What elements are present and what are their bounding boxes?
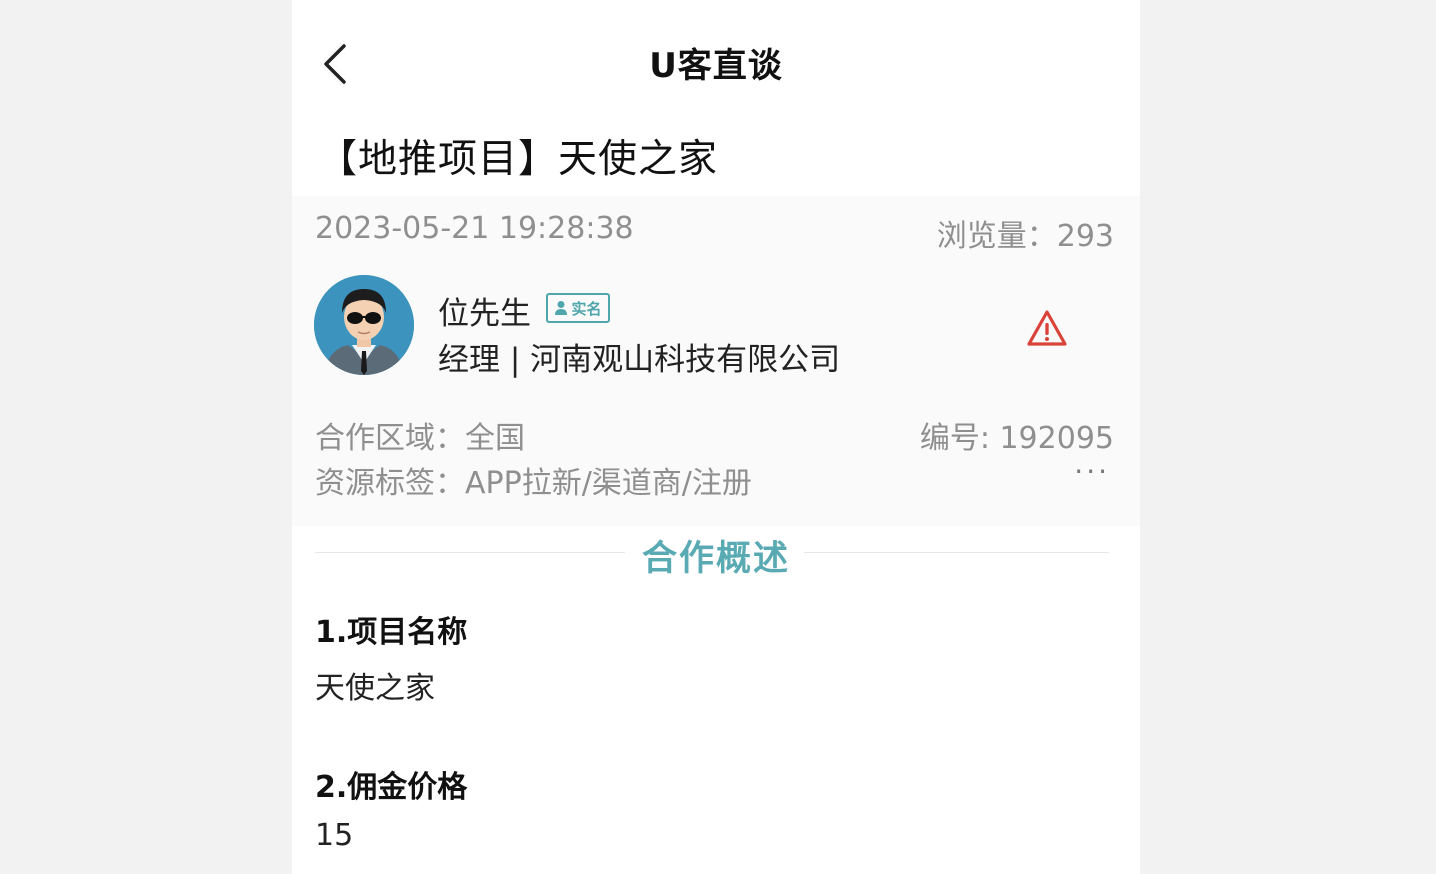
avatar[interactable] — [314, 275, 414, 375]
more-button[interactable]: ··· — [1074, 455, 1110, 488]
overview-item-heading: 2.佣金价格 — [315, 770, 468, 805]
verified-badge: 实名 — [546, 293, 610, 323]
serial-number: 编号: 192095 — [919, 421, 1114, 456]
cooperation-region: 合作区域：全国 — [315, 421, 525, 456]
author-position-company: 经理 | 河南观山科技有限公司 — [438, 342, 841, 378]
app-screen: U客直谈 【地推项目】天使之家 2023-05-21 19:28:38 浏览量：… — [292, 0, 1140, 874]
overview-item-heading: 1.项目名称 — [315, 615, 468, 650]
view-count: 浏览量：293 — [936, 219, 1114, 254]
warning-triangle-icon — [1027, 310, 1067, 346]
avatar-image — [314, 275, 414, 375]
resource-tags: 资源标签：APP拉新/渠道商/注册 — [315, 466, 752, 501]
post-datetime: 2023-05-21 19:28:38 — [315, 211, 634, 246]
nav-bar: U客直谈 — [292, 0, 1140, 120]
page-title: U客直谈 — [649, 46, 783, 86]
verified-badge-label: 实名 — [571, 299, 602, 318]
person-icon — [555, 301, 568, 315]
post-title: 【地推项目】天使之家 — [318, 137, 719, 182]
overview-section-title: 合作概述 — [641, 539, 790, 579]
overview-item-value: 天使之家 — [315, 671, 435, 706]
overview-item-value: 15 — [315, 818, 354, 853]
report-button[interactable] — [1025, 308, 1069, 348]
author-name: 位先生 — [438, 296, 531, 332]
